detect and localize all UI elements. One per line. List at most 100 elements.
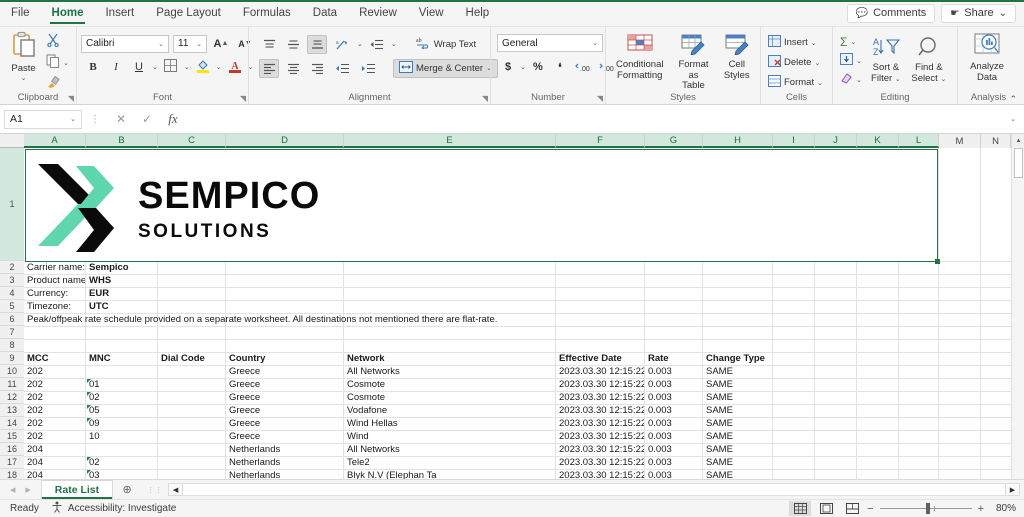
cell-A6[interactable]: Peak/offpeak rate schedule provided on a… <box>24 313 584 326</box>
decrease-indent-button[interactable] <box>367 35 387 54</box>
font-dialog-launcher[interactable]: ◥ <box>240 94 246 103</box>
cell-B18[interactable]: 03 <box>86 469 157 479</box>
column-header-E[interactable]: E <box>344 134 556 148</box>
row-header-15[interactable]: 15 <box>0 430 24 443</box>
cell-F9[interactable]: Effective Date <box>556 352 644 365</box>
column-header-N[interactable]: N <box>981 134 1011 148</box>
row-header-8[interactable]: 8 <box>0 339 24 352</box>
cell-B3[interactable]: WHS <box>86 274 157 287</box>
zoom-out-button[interactable]: − <box>867 503 873 515</box>
cell-B15[interactable]: 10 <box>86 430 157 443</box>
row-header-1[interactable]: 1 <box>0 148 24 261</box>
accessibility-status[interactable]: Accessibility: Investigate <box>68 503 176 514</box>
cell-B13[interactable]: 05 <box>86 404 157 417</box>
tab-data[interactable]: Data <box>302 0 348 26</box>
cell-D16[interactable]: Netherlands <box>226 443 343 456</box>
font-size-select[interactable]: 11 ⌄ <box>173 34 207 53</box>
tab-formulas[interactable]: Formulas <box>232 0 302 26</box>
share-button[interactable]: ☛ Share ⌄ <box>941 3 1016 23</box>
cell-F11[interactable]: 2023.03.30 12:15:22 <box>556 378 644 391</box>
row-header-10[interactable]: 10 <box>0 365 24 378</box>
page-layout-view-button[interactable] <box>815 501 837 516</box>
conditional-formatting-button[interactable]: Conditional Formatting <box>610 32 669 82</box>
cell-A14[interactable]: 202 <box>24 417 85 430</box>
row-header-6[interactable]: 6 <box>0 313 24 326</box>
cell-G10[interactable]: 0.003 <box>645 365 702 378</box>
increase-decimal-button[interactable]: .00 <box>572 58 594 77</box>
cell-E9[interactable]: Network <box>344 352 555 365</box>
column-header-C[interactable]: C <box>158 134 226 148</box>
cell-A18[interactable]: 204 <box>24 469 85 479</box>
row-header-3[interactable]: 3 <box>0 274 24 287</box>
cell-D17[interactable]: Netherlands <box>226 456 343 469</box>
cell-B9[interactable]: MNC <box>86 352 157 365</box>
cell-D15[interactable]: Greece <box>226 430 343 443</box>
accounting-caret-icon[interactable]: ⌄ <box>520 63 526 71</box>
cell-A15[interactable]: 202 <box>24 430 85 443</box>
cell-G11[interactable]: 0.003 <box>645 378 702 391</box>
tab-review[interactable]: Review <box>348 0 408 26</box>
vertical-scrollbar[interactable]: ▲ <box>1011 134 1024 479</box>
cell-E18[interactable]: Blyk N.V (Elephan Ta <box>344 469 555 479</box>
underline-button[interactable]: U <box>129 58 149 77</box>
row-header-5[interactable]: 5 <box>0 300 24 313</box>
decrease-indent-button-2[interactable] <box>331 59 353 78</box>
column-header-A[interactable]: A <box>24 134 86 148</box>
column-header-G[interactable]: G <box>645 134 703 148</box>
cell-G15[interactable]: 0.003 <box>645 430 702 443</box>
clipboard-dialog-launcher[interactable]: ◥ <box>68 94 74 103</box>
row-header-18[interactable]: 18 <box>0 469 24 479</box>
cell-A16[interactable]: 204 <box>24 443 85 456</box>
cell-B17[interactable]: 02 <box>86 456 157 469</box>
italic-button[interactable]: I <box>106 58 126 77</box>
align-middle-button[interactable] <box>283 35 303 54</box>
cell-D13[interactable]: Greece <box>226 404 343 417</box>
cell-D18[interactable]: Netherlands <box>226 469 343 479</box>
tab-home[interactable]: Home <box>41 0 95 26</box>
wrap-text-button[interactable]: ab Wrap Text <box>413 35 479 53</box>
row-header-2[interactable]: 2 <box>0 261 24 274</box>
cell-H10[interactable]: SAME <box>703 365 772 378</box>
cell-B12[interactable]: 02 <box>86 391 157 404</box>
normal-view-button[interactable] <box>789 501 812 516</box>
paste-button[interactable]: Paste ⌄ <box>4 30 43 84</box>
format-cells-button[interactable]: Format ⌄ <box>765 74 826 91</box>
format-painter-button[interactable] <box>43 74 72 93</box>
column-header-D[interactable]: D <box>226 134 344 148</box>
cell-F18[interactable]: 2023.03.30 12:15:22 <box>556 469 644 479</box>
orientation-caret-icon[interactable]: ⌄ <box>357 40 363 48</box>
cell-E13[interactable]: Vodafone <box>344 404 555 417</box>
formula-input[interactable] <box>186 109 1006 129</box>
bold-button[interactable]: B <box>83 58 103 77</box>
tab-page-layout[interactable]: Page Layout <box>145 0 232 26</box>
tab-help[interactable]: Help <box>455 0 501 26</box>
column-header-F[interactable]: F <box>556 134 645 148</box>
page-break-view-button[interactable] <box>841 501 863 516</box>
scroll-left-arrow-icon[interactable]: ◀ <box>168 483 184 496</box>
accounting-format-button[interactable]: $ <box>498 58 518 77</box>
analyze-data-button[interactable]: Analyze Data <box>962 32 1012 84</box>
insert-function-button[interactable]: fx <box>160 111 186 127</box>
merge-center-button[interactable]: Merge & Center ⌄ <box>393 58 498 78</box>
borders-caret-icon[interactable]: ⌄ <box>184 63 190 71</box>
fill-handle[interactable] <box>935 259 940 264</box>
add-sheet-button[interactable]: ⊕ <box>113 483 141 496</box>
horizontal-scroll-track[interactable] <box>183 483 1005 496</box>
cell-G16[interactable]: 0.003 <box>645 443 702 456</box>
cell-B16[interactable] <box>86 443 157 456</box>
column-header-H[interactable]: H <box>703 134 773 148</box>
cell-E12[interactable]: Cosmote <box>344 391 555 404</box>
column-header-I[interactable]: I <box>773 134 815 148</box>
cell-H16[interactable]: SAME <box>703 443 772 456</box>
cell-H12[interactable]: SAME <box>703 391 772 404</box>
clear-button[interactable]: ⌄ <box>837 71 865 88</box>
align-bottom-button[interactable] <box>307 34 327 54</box>
cell-D10[interactable]: Greece <box>226 365 343 378</box>
cell-D14[interactable]: Greece <box>226 417 343 430</box>
font-color-button[interactable]: A <box>225 58 245 77</box>
sheet-tab-rate-list[interactable]: Rate List <box>40 480 114 499</box>
cell-D12[interactable]: Greece <box>226 391 343 404</box>
tab-insert[interactable]: Insert <box>94 0 145 26</box>
cut-button[interactable] <box>43 32 72 51</box>
zoom-level-label[interactable]: 80% <box>990 503 1016 514</box>
